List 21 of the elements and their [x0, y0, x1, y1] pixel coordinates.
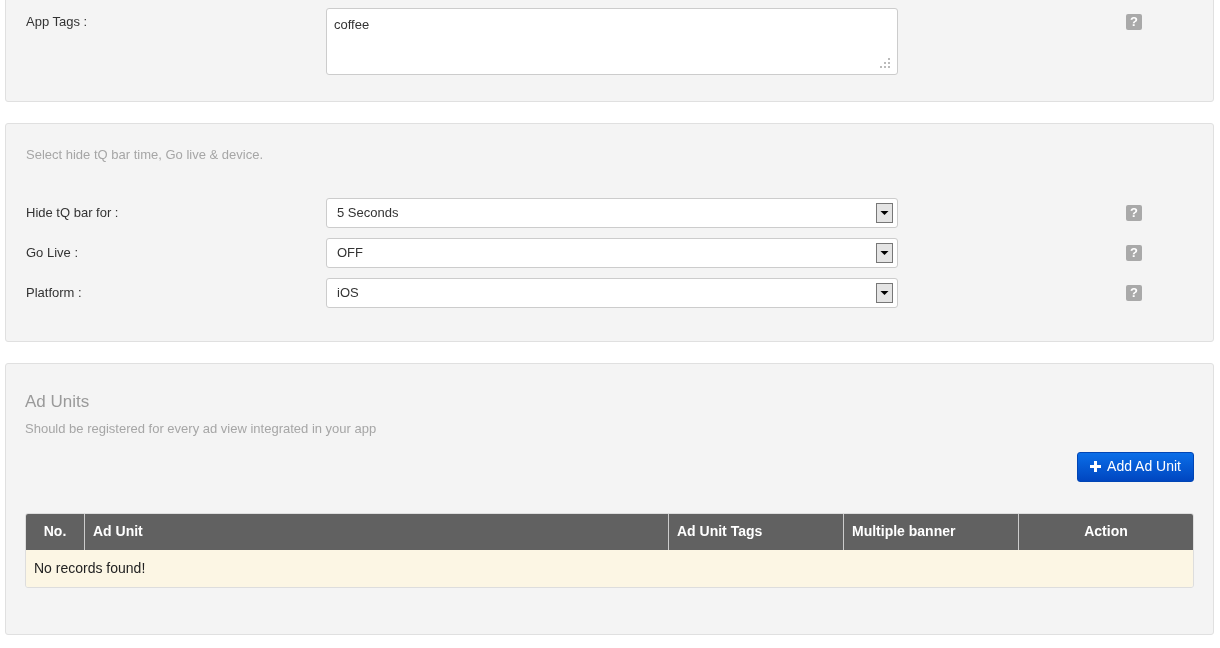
add-ad-unit-button[interactable]: Add Ad Unit: [1077, 451, 1194, 482]
column-header: Ad Unit: [84, 513, 668, 550]
empty-row: No records found!: [26, 549, 1193, 587]
select-dropdown[interactable]: 5 Seconds: [326, 197, 898, 228]
column-header: No.: [42, 522, 68, 541]
column-header: Ad Unit Tags: [668, 513, 843, 550]
field-label: Hide tQ bar for :: [26, 203, 120, 222]
resize-grip-icon: [880, 58, 890, 68]
app-tags-textarea[interactable]: coffee: [326, 8, 898, 75]
select-dropdown[interactable]: OFF: [326, 237, 898, 268]
section-title: Ad Units: [25, 391, 91, 413]
section-description: Should be registered for every ad view integrated in your app: [25, 420, 378, 438]
column-header: Multiple banner: [843, 513, 1018, 550]
field-label: App Tags :: [26, 13, 89, 31]
select-dropdown[interactable]: iOS: [326, 277, 898, 308]
section-description: Select hide tQ bar time, Go live & device.: [26, 146, 264, 164]
column-header: Action: [1018, 513, 1193, 550]
field-label: Platform :: [26, 283, 83, 302]
field-label: Go Live :: [26, 243, 80, 262]
plus-icon: [1090, 461, 1102, 472]
textarea-value: coffee: [334, 17, 370, 32]
